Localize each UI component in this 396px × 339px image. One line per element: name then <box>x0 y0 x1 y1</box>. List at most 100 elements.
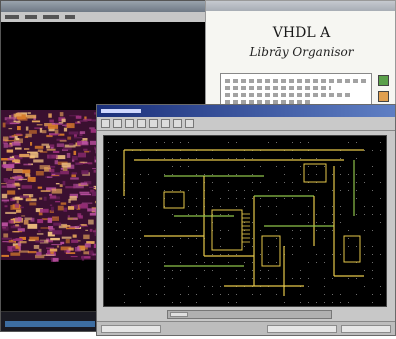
grid-dot <box>124 238 125 239</box>
grid-dot <box>124 302 125 303</box>
grid-dot <box>332 254 333 255</box>
grid-dot <box>356 278 357 279</box>
grid-dot <box>204 286 205 287</box>
schematic-canvas[interactable] <box>103 135 387 307</box>
library-organiser-titlebar[interactable] <box>206 1 395 11</box>
grid-dot <box>212 190 213 191</box>
grid-dot <box>196 214 197 215</box>
grid-dot <box>132 214 133 215</box>
grid-dot <box>188 166 189 167</box>
layout-menu-item-3[interactable] <box>43 15 59 19</box>
layout-cell <box>49 204 53 206</box>
layout-cell <box>40 208 49 213</box>
list-item[interactable] <box>225 86 331 90</box>
toolbar-tool-icon[interactable] <box>161 119 170 128</box>
grid-dot <box>108 270 109 271</box>
layout-cell <box>52 216 59 221</box>
green-tool-button[interactable] <box>378 75 389 86</box>
grid-dot <box>108 198 109 199</box>
grid-dot <box>356 294 357 295</box>
grid-dot <box>380 182 381 183</box>
layout-cell <box>33 159 44 163</box>
grid-dot <box>236 302 237 303</box>
orange-tool-button[interactable] <box>378 91 389 102</box>
grid-dot <box>300 158 301 159</box>
layout-cell <box>79 191 90 194</box>
grid-dot <box>372 230 373 231</box>
grid-dot <box>268 262 269 263</box>
grid-dot <box>348 238 349 239</box>
layout-cell <box>83 251 89 255</box>
toolbar-tool-icon[interactable] <box>113 119 122 128</box>
grid-dot <box>332 190 333 191</box>
layout-cell <box>27 112 31 114</box>
grid-dot <box>140 262 141 263</box>
grid-dot <box>180 166 181 167</box>
grid-dot <box>308 222 309 223</box>
schematic-component <box>163 191 185 209</box>
toolbar-tool-icon[interactable] <box>137 119 146 128</box>
grid-dot <box>140 270 141 271</box>
grid-dot <box>172 142 173 143</box>
layout-viewer-titlebar[interactable] <box>1 1 209 12</box>
layout-cell <box>81 170 89 175</box>
horizontal-scrollbar[interactable] <box>167 310 332 319</box>
grid-dot <box>300 270 301 271</box>
grid-dot <box>356 174 357 175</box>
toolbar-tool-icon[interactable] <box>185 119 194 128</box>
grid-dot <box>252 174 253 175</box>
scrollbar-thumb[interactable] <box>170 312 188 317</box>
grid-dot <box>164 278 165 279</box>
grid-dot <box>276 214 277 215</box>
grid-dot <box>116 206 117 207</box>
layout-cell <box>8 162 15 165</box>
grid-dot <box>188 238 189 239</box>
grid-dot <box>108 190 109 191</box>
grid-dot <box>212 182 213 183</box>
toolbar-tool-icon[interactable] <box>101 119 110 128</box>
grid-dot <box>316 166 317 167</box>
grid-dot <box>276 206 277 207</box>
layout-cell <box>51 147 54 149</box>
grid-dot <box>348 142 349 143</box>
grid-dot <box>276 198 277 199</box>
grid-dot <box>172 302 173 303</box>
grid-dot <box>180 302 181 303</box>
layout-cell <box>19 241 27 244</box>
layout-cell <box>66 123 75 129</box>
grid-dot <box>108 222 109 223</box>
layout-menu-item-4[interactable] <box>65 15 75 19</box>
grid-dot <box>172 214 173 215</box>
grid-dot <box>340 174 341 175</box>
grid-dot <box>292 182 293 183</box>
toolbar-tool-icon[interactable] <box>149 119 158 128</box>
grid-dot <box>148 158 149 159</box>
grid-dot <box>380 294 381 295</box>
layout-menu-item-1[interactable] <box>5 15 19 19</box>
grid-dot <box>348 230 349 231</box>
grid-dot <box>372 302 373 303</box>
grid-dot <box>108 262 109 263</box>
list-item[interactable] <box>225 79 367 83</box>
grid-dot <box>140 142 141 143</box>
grid-dot <box>164 294 165 295</box>
layout-menu-item-2[interactable] <box>25 15 37 19</box>
grid-dot <box>116 230 117 231</box>
toolbar-tool-icon[interactable] <box>125 119 134 128</box>
layout-cell <box>61 236 72 239</box>
grid-dot <box>292 198 293 199</box>
layout-cell <box>60 202 67 205</box>
layout-cell <box>1 193 8 199</box>
grid-dot <box>372 270 373 271</box>
grid-dot <box>196 182 197 183</box>
grid-dot <box>180 294 181 295</box>
layout-cell <box>15 217 22 222</box>
toolbar-tool-icon[interactable] <box>173 119 182 128</box>
grid-dot <box>156 206 157 207</box>
layout-cell <box>15 238 22 240</box>
grid-dot <box>124 294 125 295</box>
list-item[interactable] <box>225 93 351 97</box>
layout-cell <box>57 205 64 211</box>
layout-cell <box>16 133 22 135</box>
schematic-titlebar[interactable] <box>97 105 395 117</box>
